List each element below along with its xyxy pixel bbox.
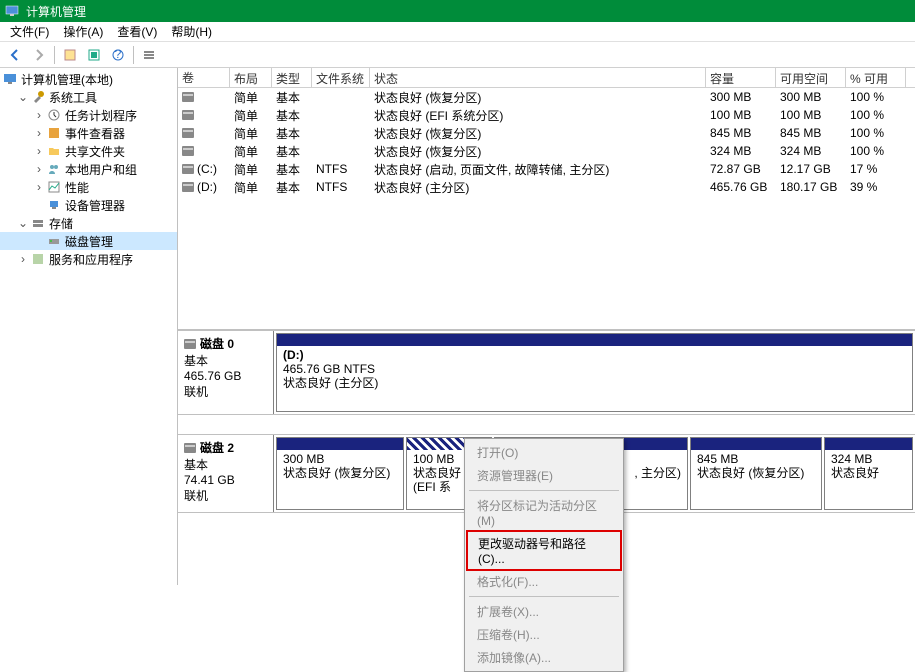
partition-recovery-2[interactable]: 845 MB 状态良好 (恢复分区)	[690, 437, 822, 510]
caret-right-icon[interactable]: ›	[32, 162, 46, 176]
partition-d[interactable]: (D:) 465.76 GB NTFS 状态良好 (主分区)	[276, 333, 913, 412]
disk-icon	[184, 443, 196, 453]
tree-device-manager[interactable]: 设备管理器	[0, 196, 177, 214]
caret-right-icon[interactable]: ›	[32, 108, 46, 122]
disk-0-info[interactable]: 磁盘 0 基本 465.76 GB 联机	[178, 331, 274, 414]
menu-view[interactable]: 查看(V)	[111, 21, 163, 42]
ctx-explorer: 资源管理器(E)	[467, 464, 621, 487]
users-icon	[46, 161, 62, 177]
title-bar: 计算机管理	[0, 0, 915, 22]
caret-right-icon[interactable]: ›	[32, 180, 46, 194]
caret-right-icon[interactable]: ›	[32, 126, 46, 140]
volume-table: 卷 布局 类型 文件系统 状态 容量 可用空间 % 可用 简单基本状态良好 (恢…	[178, 68, 915, 330]
app-icon	[4, 3, 20, 19]
tree-shared-folders[interactable]: › 共享文件夹	[0, 142, 177, 160]
main-area: 计算机管理(本地) ⌄ 系统工具 › 任务计划程序 › 事件查看器 › 共享文件…	[0, 68, 915, 585]
ctx-shrink: 压缩卷(H)...	[467, 623, 621, 646]
event-icon	[46, 125, 62, 141]
tree-storage[interactable]: ⌄ 存储	[0, 214, 177, 232]
volume-icon	[182, 128, 194, 138]
tree-panel: 计算机管理(本地) ⌄ 系统工具 › 任务计划程序 › 事件查看器 › 共享文件…	[0, 68, 178, 585]
table-row[interactable]: 简单基本状态良好 (恢复分区)845 MB845 MB100 %	[178, 124, 915, 142]
clock-icon	[46, 107, 62, 123]
menu-action[interactable]: 操作(A)	[57, 21, 109, 42]
tree-performance[interactable]: › 性能	[0, 178, 177, 196]
col-cap[interactable]: 容量	[706, 68, 776, 87]
col-layout[interactable]: 布局	[230, 68, 272, 87]
volume-icon	[182, 110, 194, 120]
col-pct[interactable]: % 可用	[846, 68, 906, 87]
table-row[interactable]: 简单基本状态良好 (恢复分区)324 MB324 MB100 %	[178, 142, 915, 160]
tree-root[interactable]: 计算机管理(本地)	[0, 70, 177, 88]
table-row[interactable]: 简单基本状态良好 (EFI 系统分区)100 MB100 MB100 %	[178, 106, 915, 124]
tree-local-users[interactable]: › 本地用户和组	[0, 160, 177, 178]
ctx-mirror: 添加镜像(A)...	[467, 646, 621, 669]
col-volume[interactable]: 卷	[178, 68, 230, 87]
table-row[interactable]: (C:)简单基本NTFS状态良好 (启动, 页面文件, 故障转储, 主分区)72…	[178, 160, 915, 178]
caret-down-icon[interactable]: ⌄	[16, 216, 30, 230]
help-button[interactable]: ?	[107, 44, 129, 66]
caret-right-icon[interactable]: ›	[16, 252, 30, 266]
ctx-format: 格式化(F)...	[467, 570, 621, 593]
volume-icon	[182, 92, 194, 102]
properties-button[interactable]	[59, 44, 81, 66]
menu-file[interactable]: 文件(F)	[4, 21, 55, 42]
caret-down-icon[interactable]: ⌄	[16, 90, 30, 104]
list-button[interactable]	[138, 44, 160, 66]
tree-disk-mgmt[interactable]: 磁盘管理	[0, 232, 177, 250]
volume-icon	[182, 146, 194, 156]
storage-icon	[30, 215, 46, 231]
disk-mgmt-icon	[46, 233, 62, 249]
tree-services[interactable]: › 服务和应用程序	[0, 250, 177, 268]
computer-icon	[2, 71, 18, 87]
partition-recovery-1[interactable]: 300 MB 状态良好 (恢复分区)	[276, 437, 404, 510]
device-icon	[46, 197, 62, 213]
context-menu: 打开(O) 资源管理器(E) 将分区标记为活动分区(M) 更改驱动器号和路径(C…	[464, 438, 624, 672]
services-icon	[30, 251, 46, 267]
partition-recovery-3[interactable]: 324 MB 状态良好	[824, 437, 913, 510]
ctx-extend: 扩展卷(X)...	[467, 600, 621, 623]
folder-icon	[46, 143, 62, 159]
volume-icon	[182, 182, 194, 192]
col-type[interactable]: 类型	[272, 68, 312, 87]
window-title: 计算机管理	[26, 3, 86, 20]
back-button[interactable]	[4, 44, 26, 66]
col-fs[interactable]: 文件系统	[312, 68, 370, 87]
col-status[interactable]: 状态	[370, 68, 706, 87]
disk-2-info[interactable]: 磁盘 2 基本 74.41 GB 联机	[178, 435, 274, 512]
svg-text:?: ?	[115, 48, 122, 61]
tools-icon	[30, 89, 46, 105]
volume-icon	[182, 164, 194, 174]
tree-event-viewer[interactable]: › 事件查看器	[0, 124, 177, 142]
disk-icon	[184, 339, 196, 349]
menu-bar: 文件(F) 操作(A) 查看(V) 帮助(H)	[0, 22, 915, 42]
ctx-mark-active: 将分区标记为活动分区(M)	[467, 494, 621, 531]
forward-button[interactable]	[28, 44, 50, 66]
disk-row-0: 磁盘 0 基本 465.76 GB 联机 (D:) 465.76 GB NTFS…	[178, 331, 915, 415]
ctx-change-letter[interactable]: 更改驱动器号和路径(C)...	[466, 530, 622, 571]
perf-icon	[46, 179, 62, 195]
table-row[interactable]: 简单基本状态良好 (恢复分区)300 MB300 MB100 %	[178, 88, 915, 106]
tree-system-tools[interactable]: ⌄ 系统工具	[0, 88, 177, 106]
tree-task-scheduler[interactable]: › 任务计划程序	[0, 106, 177, 124]
table-header: 卷 布局 类型 文件系统 状态 容量 可用空间 % 可用	[178, 68, 915, 88]
menu-help[interactable]: 帮助(H)	[165, 21, 218, 42]
col-free[interactable]: 可用空间	[776, 68, 846, 87]
ctx-open: 打开(O)	[467, 441, 621, 464]
caret-right-icon[interactable]: ›	[32, 144, 46, 158]
table-row[interactable]: (D:)简单基本NTFS状态良好 (主分区)465.76 GB180.17 GB…	[178, 178, 915, 196]
tool-bar: ?	[0, 42, 915, 68]
refresh-button[interactable]	[83, 44, 105, 66]
